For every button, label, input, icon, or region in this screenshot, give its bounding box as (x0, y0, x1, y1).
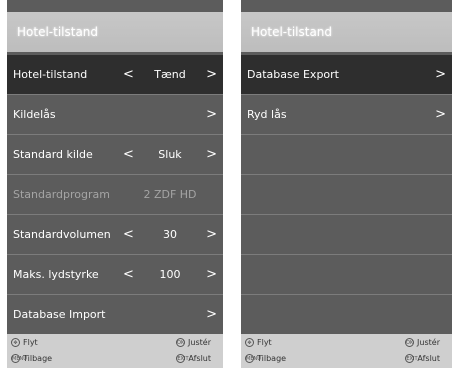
panel-title: Hotel-tilstand (241, 12, 452, 52)
menu-item-value: 2 ZDF HD (143, 188, 197, 201)
ok-key-icon: OK (405, 338, 415, 347)
menu-item-source-lock[interactable]: Kildelås > (7, 95, 223, 135)
dpad-icon: ✥ (11, 338, 20, 347)
menu-item-empty (241, 295, 452, 335)
menu-item-default-source[interactable]: Standard kilde < Sluk > (7, 135, 223, 175)
menu-item-label: Standardprogram (13, 188, 110, 201)
chevron-left-icon[interactable]: < (123, 215, 134, 255)
menu-item-label: Database Import (13, 308, 106, 321)
menu-item-label: Database Export (247, 68, 339, 81)
exit-key-icon: EXIT (176, 354, 189, 363)
hint-label: Flyt (257, 338, 272, 347)
chevron-right-icon[interactable]: > (206, 95, 217, 135)
hotel-mode-panel-right: Hotel-tilstand Database Export > Ryd lås… (241, 0, 452, 368)
chevron-left-icon[interactable]: < (123, 135, 134, 175)
hint-move: ✥ Flyt (245, 338, 272, 347)
menu-item-label: Standard kilde (13, 148, 93, 161)
menu-item-label: Hotel-tilstand (13, 68, 88, 81)
hint-move: ✥ Flyt (11, 338, 38, 347)
menu-item-database-import[interactable]: Database Import > (7, 295, 223, 335)
exit-key-icon: EXIT (405, 354, 418, 363)
menu-item-value: Sluk (158, 148, 182, 161)
hint-back: MENU Tilbage (245, 354, 286, 363)
menu-item-clear-lock[interactable]: Ryd lås > (241, 95, 452, 135)
hint-exit: EXIT Afslut (405, 354, 440, 363)
chevron-right-icon[interactable]: > (206, 55, 217, 95)
menu-item-label: Kildelås (13, 108, 56, 121)
menu-item-hotel-mode[interactable]: Hotel-tilstand < Tænd > (7, 55, 223, 95)
menu-item-database-export[interactable]: Database Export > (241, 55, 452, 95)
menu-item-value: 100 (159, 268, 181, 281)
menu-item-max-volume[interactable]: Maks. lydstyrke < 100 > (7, 255, 223, 295)
key-hint-footer: ✥ Flyt MENU Tilbage OK Justér EXIT Afslu… (241, 334, 452, 368)
menu-item-default-program: Standardprogram 2 ZDF HD (7, 175, 223, 215)
settings-menu: Hotel-tilstand < Tænd > Kildelås > Stand… (7, 55, 223, 335)
hint-exit: EXIT Afslut (176, 354, 211, 363)
chevron-right-icon[interactable]: > (435, 95, 446, 135)
chevron-left-icon[interactable]: < (123, 255, 134, 295)
hint-label: Tilbage (23, 354, 53, 363)
hint-label: Afslut (417, 354, 440, 363)
chevron-right-icon[interactable]: > (206, 255, 217, 295)
chevron-right-icon[interactable]: > (206, 135, 217, 175)
hint-label: Afslut (188, 354, 211, 363)
settings-menu: Database Export > Ryd lås > (241, 55, 452, 335)
menu-item-empty (241, 175, 452, 215)
hint-label: Justér (417, 338, 440, 347)
chevron-right-icon[interactable]: > (206, 215, 217, 255)
menu-item-default-volume[interactable]: Standardvolumen < 30 > (7, 215, 223, 255)
menu-item-label: Maks. lydstyrke (13, 268, 99, 281)
menu-key-icon: MENU (245, 354, 261, 363)
menu-item-empty (241, 215, 452, 255)
hint-label: Justér (188, 338, 211, 347)
menu-item-empty (241, 255, 452, 295)
menu-item-value: 30 (163, 228, 177, 241)
hotel-mode-panel-left: Hotel-tilstand Hotel-tilstand < Tænd > K… (7, 0, 223, 368)
hint-label: Tilbage (257, 354, 287, 363)
hint-label: Flyt (23, 338, 38, 347)
menu-item-value: Tænd (154, 68, 186, 81)
ok-key-icon: OK (176, 338, 186, 347)
menu-item-empty (241, 135, 452, 175)
dpad-icon: ✥ (245, 338, 254, 347)
hint-back: MENU Tilbage (11, 354, 52, 363)
hint-adjust: OK Justér (405, 338, 440, 347)
key-hint-footer: ✥ Flyt MENU Tilbage OK Justér EXIT Afslu… (7, 334, 223, 368)
hint-adjust: OK Justér (176, 338, 211, 347)
chevron-right-icon[interactable]: > (206, 295, 217, 335)
menu-key-icon: MENU (11, 354, 27, 363)
chevron-right-icon[interactable]: > (435, 55, 446, 95)
menu-item-label: Standardvolumen (13, 228, 111, 241)
chevron-left-icon[interactable]: < (123, 55, 134, 95)
panel-title: Hotel-tilstand (7, 12, 223, 52)
menu-item-label: Ryd lås (247, 108, 287, 121)
